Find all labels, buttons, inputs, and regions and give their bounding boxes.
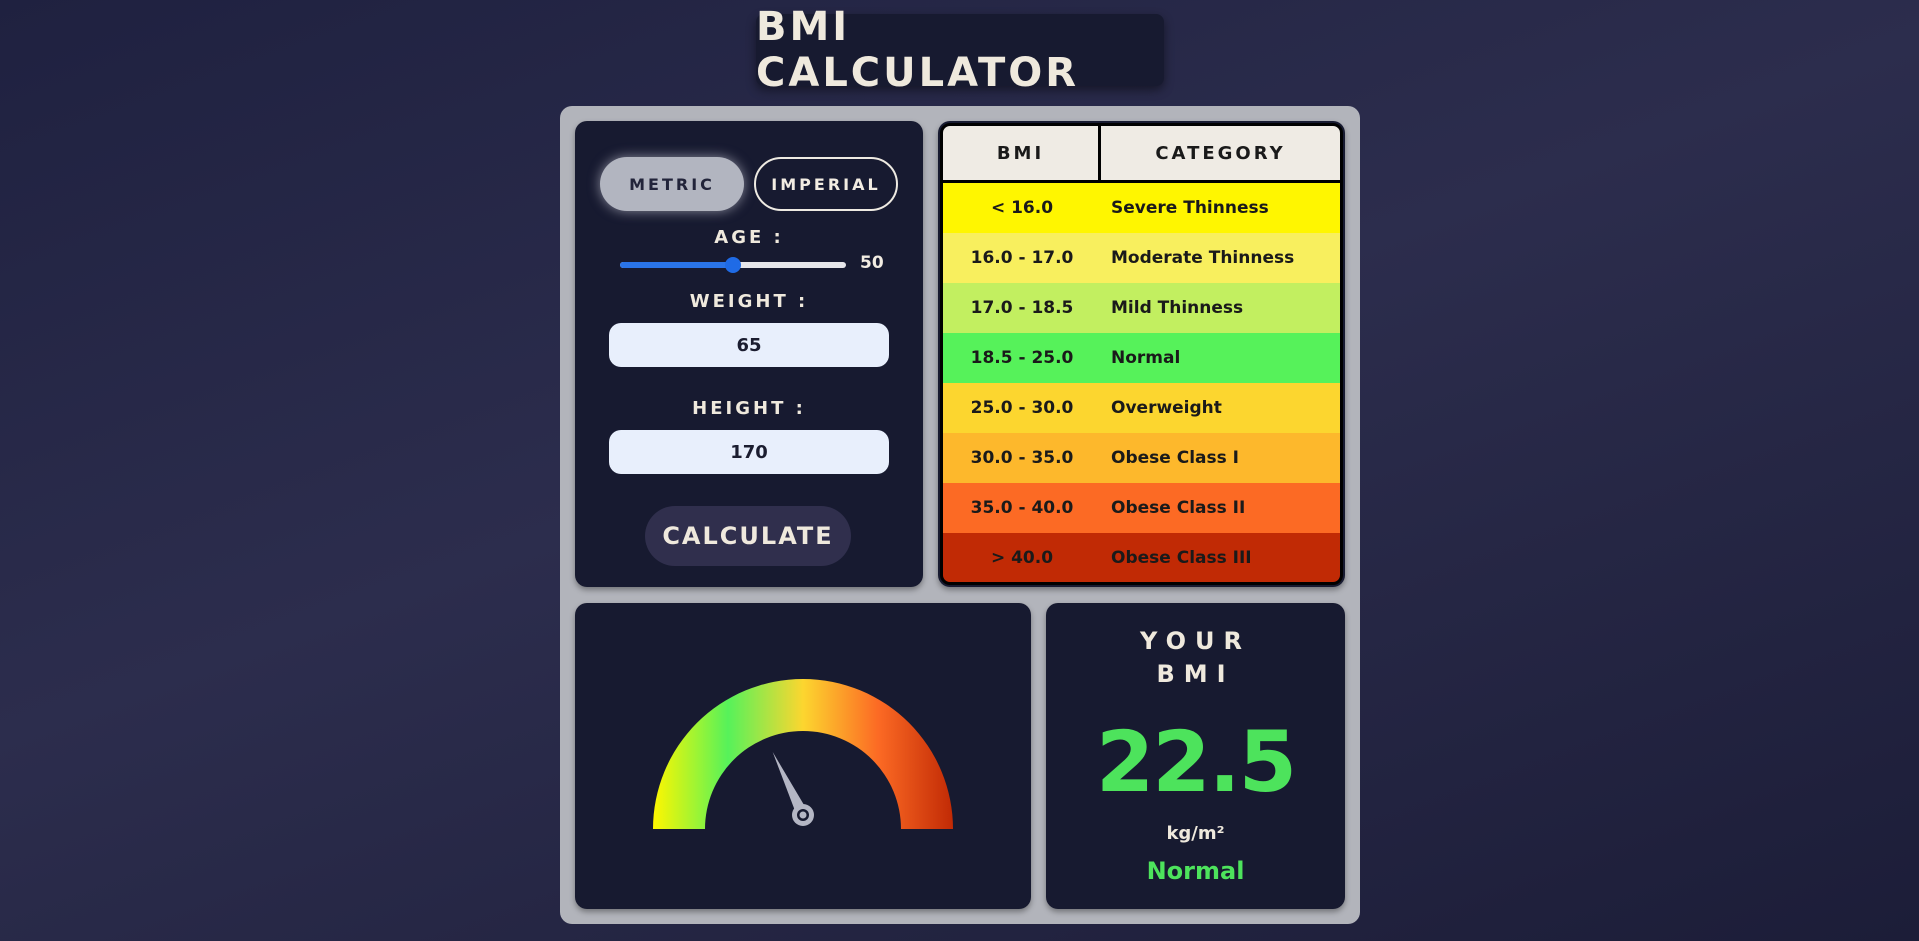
table-header: BMI CATEGORY	[943, 126, 1340, 183]
result-heading: YOUR BMI	[1046, 625, 1345, 691]
age-slider-thumb[interactable]	[725, 257, 741, 273]
input-panel: METRIC IMPERIAL AGE : 50 WEIGHT : HEIGHT…	[575, 121, 923, 587]
category-cell: Severe Thinness	[1111, 198, 1269, 218]
table-row: 17.0 - 18.5 Mild Thinness	[943, 283, 1340, 333]
bmi-range-cell: 16.0 - 17.0	[970, 248, 1074, 268]
category-cell: Obese Class III	[1111, 548, 1252, 568]
bmi-range-cell: 25.0 - 30.0	[970, 398, 1074, 418]
bmi-value: 22.5	[1095, 713, 1297, 811]
bmi-range-cell: 17.0 - 18.5	[970, 298, 1074, 318]
header-bmi: BMI	[943, 126, 1101, 180]
metric-button[interactable]: METRIC	[600, 157, 744, 211]
result-panel: YOUR BMI 22.5 kg/m² Normal	[1046, 603, 1345, 909]
app-title: BMI CALCULATOR	[756, 4, 1164, 96]
table-row: 16.0 - 17.0 Moderate Thinness	[943, 233, 1340, 283]
bmi-unit: kg/m²	[1166, 823, 1225, 844]
bmi-table-panel: BMI CATEGORY < 16.0 Severe Thinness 16.0 -…	[938, 121, 1345, 587]
table-body: < 16.0 Severe Thinness 16.0 - 17.0 Moderate…	[943, 183, 1340, 582]
category-cell: Obese Class I	[1111, 448, 1239, 468]
category-cell: Overweight	[1111, 398, 1222, 418]
category-cell: Obese Class II	[1111, 498, 1246, 518]
height-input[interactable]	[609, 430, 889, 474]
gauge-panel	[575, 603, 1031, 909]
age-slider-fill	[620, 262, 733, 268]
table-row: > 40.0 Obese Class III	[943, 533, 1340, 582]
category-cell: Normal	[1111, 348, 1181, 368]
table-row: 18.5 - 25.0 Normal	[943, 333, 1340, 383]
calculate-button[interactable]: CALCULATE	[645, 506, 851, 566]
bmi-gauge	[653, 679, 953, 829]
header-category: CATEGORY	[1101, 126, 1340, 180]
result-heading-line2: BMI	[1156, 660, 1235, 688]
gauge-hub-center	[799, 811, 807, 819]
result-heading-line1: YOUR	[1140, 627, 1251, 655]
weight-label: WEIGHT :	[689, 291, 809, 312]
bmi-range-cell: > 40.0	[990, 548, 1054, 568]
table-row: 30.0 - 35.0 Obese Class I	[943, 433, 1340, 483]
height-label: HEIGHT :	[692, 398, 806, 419]
age-value: 50	[860, 253, 884, 273]
weight-input[interactable]	[609, 323, 889, 367]
age-slider[interactable]	[620, 257, 846, 273]
table-row: 25.0 - 30.0 Overweight	[943, 383, 1340, 433]
bmi-table: BMI CATEGORY < 16.0 Severe Thinness 16.0 -…	[940, 123, 1343, 585]
category-cell: Moderate Thinness	[1111, 248, 1295, 268]
bmi-range-cell: < 16.0	[990, 198, 1054, 218]
table-row: 35.0 - 40.0 Obese Class II	[943, 483, 1340, 533]
calculator-frame: METRIC IMPERIAL AGE : 50 WEIGHT : HEIGHT…	[560, 106, 1360, 924]
imperial-button[interactable]: IMPERIAL	[754, 157, 898, 211]
bmi-range-cell: 30.0 - 35.0	[970, 448, 1074, 468]
table-row: < 16.0 Severe Thinness	[943, 183, 1340, 233]
bmi-range-cell: 18.5 - 25.0	[970, 348, 1074, 368]
age-label: AGE :	[714, 227, 784, 248]
bmi-range-cell: 35.0 - 40.0	[970, 498, 1074, 518]
category-cell: Mild Thinness	[1111, 298, 1244, 318]
bmi-category: Normal	[1146, 857, 1245, 885]
